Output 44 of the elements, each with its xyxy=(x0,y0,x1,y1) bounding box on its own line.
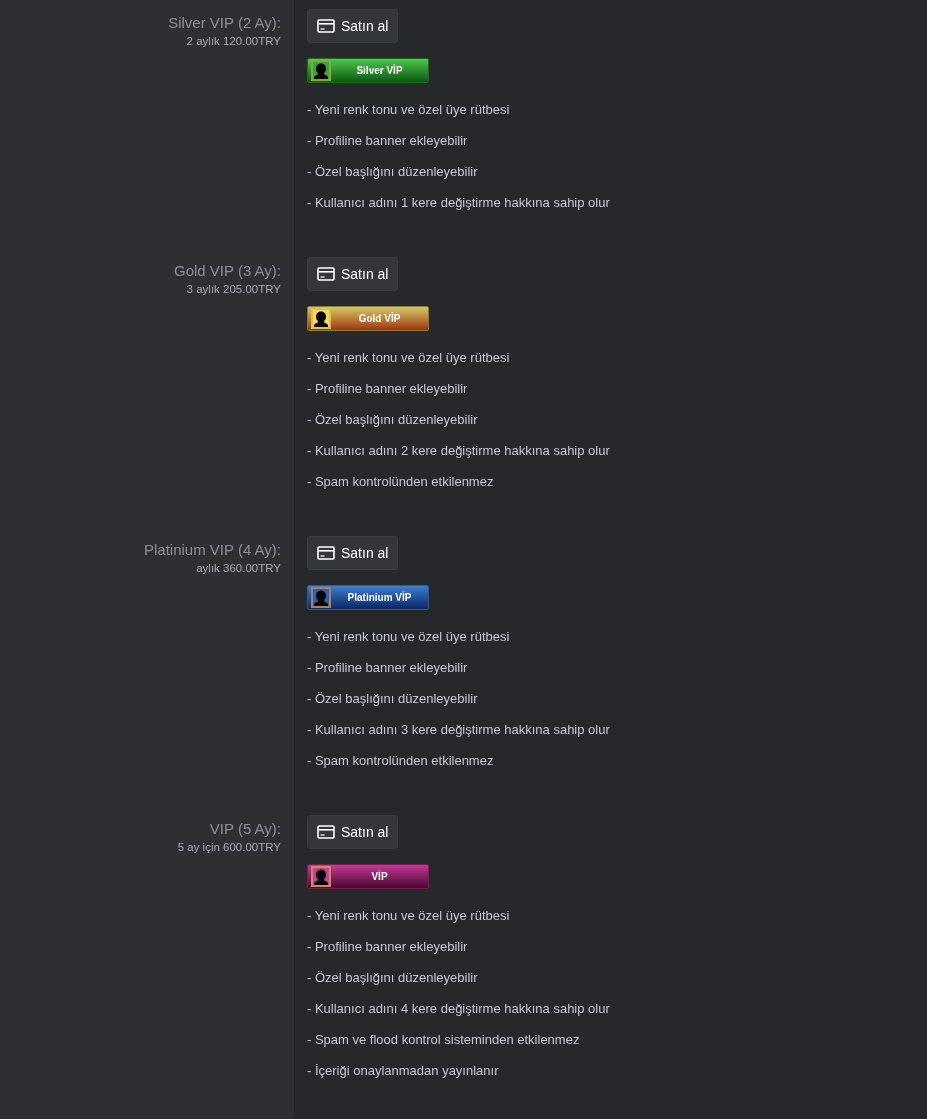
buy-button[interactable]: Satın al xyxy=(307,536,399,570)
feature-text: - Kullanıcı adını 4 kere değiştirme hakkına sahip olur xyxy=(307,1000,610,1018)
feature-text: - Yeni renk tonu ve özel üye rütbesi xyxy=(307,349,511,367)
feature-text: - Özel başlığını düzenleyebilir xyxy=(307,163,479,181)
buy-button[interactable]: Satın al xyxy=(307,9,399,43)
plan-title: VIP (5 Ay): xyxy=(209,819,281,839)
avatar-silhouette-icon xyxy=(311,866,331,887)
avatar-silhouette-icon xyxy=(311,587,331,608)
badge-label: Platinium VİP xyxy=(346,590,413,605)
buy-button[interactable]: Satın al xyxy=(307,257,399,291)
feature-text: - Kullanıcı adını 2 kere değiştirme hakkına sahip olur xyxy=(307,442,610,460)
badge-label: Gold VİP xyxy=(357,311,402,326)
feature-text: - Özel başlığını düzenleyebilir xyxy=(307,690,479,708)
credit-card-icon xyxy=(317,546,335,560)
feature-text: - Kullanıcı adını 3 kere değiştirme hakkına sahip olur xyxy=(307,721,610,739)
feature-text: - Profiline banner ekleyebilir xyxy=(307,132,469,150)
badge-label: VİP xyxy=(370,869,389,884)
avatar-silhouette-icon xyxy=(311,60,331,81)
buy-button[interactable]: Satın al xyxy=(307,815,399,849)
plan-price: aylık 360.00TRY xyxy=(196,561,281,576)
plan-title: Platinium VIP (4 Ay): xyxy=(144,540,281,560)
feature-text: - Yeni renk tonu ve özel üye rütbesi xyxy=(307,907,511,925)
feature-text: - Profiline banner ekleyebilir xyxy=(307,380,469,398)
feature-text: - Yeni renk tonu ve özel üye rütbesi xyxy=(307,101,511,119)
feature-text: - Spam kontrolünden etkilenmez xyxy=(307,473,495,491)
avatar-silhouette-icon xyxy=(311,308,331,329)
badge-label: Silver VİP xyxy=(355,63,404,78)
feature-text: - İçeriği onaylanmadan yayınlanır xyxy=(307,1062,500,1080)
feature-text: - Profiline banner ekleyebilir xyxy=(307,659,469,677)
feature-text: - Kullanıcı adını 1 kere değiştirme hakkına sahip olur xyxy=(307,194,610,212)
plan-title: Gold VIP (3 Ay): xyxy=(174,261,281,281)
credit-card-icon xyxy=(317,267,335,281)
feature-text: - Özel başlığını düzenleyebilir xyxy=(307,969,479,987)
plan-title: Silver VIP (2 Ay): xyxy=(168,13,281,33)
credit-card-icon xyxy=(317,19,335,33)
credit-card-icon xyxy=(317,825,335,839)
plan-price: 5 ay için 600.00TRY xyxy=(177,840,281,855)
plan-price: 2 aylık 120.00TRY xyxy=(186,34,281,49)
plan-price: 3 aylık 205.00TRY xyxy=(186,282,281,297)
feature-text: - Özel başlığını düzenleyebilir xyxy=(307,411,479,429)
feature-text: - Spam ve flood kontrol sisteminden etkilenmez xyxy=(307,1031,581,1049)
feature-text: - Spam kontrolünden etkilenmez xyxy=(307,752,495,770)
feature-text: - Profiline banner ekleyebilir xyxy=(307,938,469,956)
feature-text: - Yeni renk tonu ve özel üye rütbesi xyxy=(307,628,511,646)
